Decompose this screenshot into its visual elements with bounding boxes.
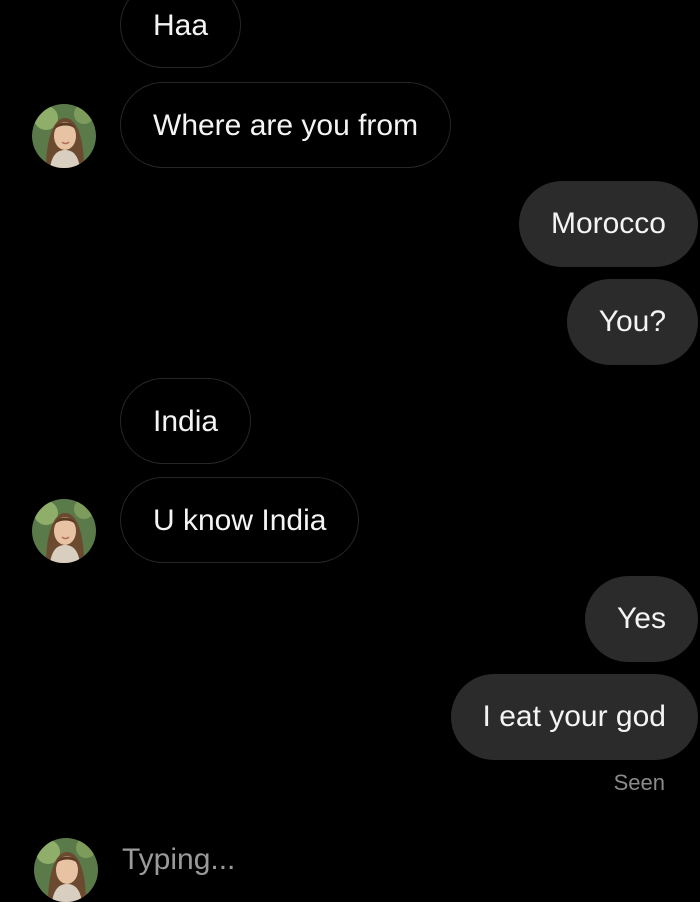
message-text: Yes	[617, 602, 666, 635]
avatar-photo-icon	[34, 838, 98, 902]
chat-thread: Haa Where are you from Morocco You? Indi…	[0, 0, 700, 902]
message-bubble-outgoing[interactable]: Yes	[585, 576, 698, 662]
message-text: Where are you from	[153, 109, 419, 142]
message-text: India	[153, 405, 219, 438]
contact-avatar[interactable]	[32, 499, 96, 563]
seen-status: Seen	[613, 770, 665, 795]
message-bubble-incoming[interactable]: U know India	[120, 477, 360, 563]
message-bubble-outgoing[interactable]: I eat your god	[450, 674, 698, 760]
message-text: Morocco	[550, 207, 666, 240]
message-text: U know India	[153, 504, 327, 537]
typing-indicator: Typing...	[122, 843, 236, 876]
avatar-photo-icon	[32, 499, 96, 563]
message-text: You?	[598, 305, 666, 338]
message-text: I eat your god	[482, 700, 666, 733]
message-bubble-incoming[interactable]: Where are you from	[120, 82, 452, 168]
message-bubble-incoming[interactable]: Haa	[120, 0, 242, 68]
avatar-photo-icon	[32, 104, 96, 168]
contact-avatar[interactable]	[34, 838, 98, 902]
message-text: Haa	[153, 9, 209, 42]
contact-avatar[interactable]	[32, 104, 96, 168]
message-bubble-outgoing[interactable]: You?	[566, 279, 698, 365]
message-bubble-outgoing[interactable]: Morocco	[518, 181, 698, 267]
message-bubble-incoming[interactable]: India	[120, 378, 252, 464]
